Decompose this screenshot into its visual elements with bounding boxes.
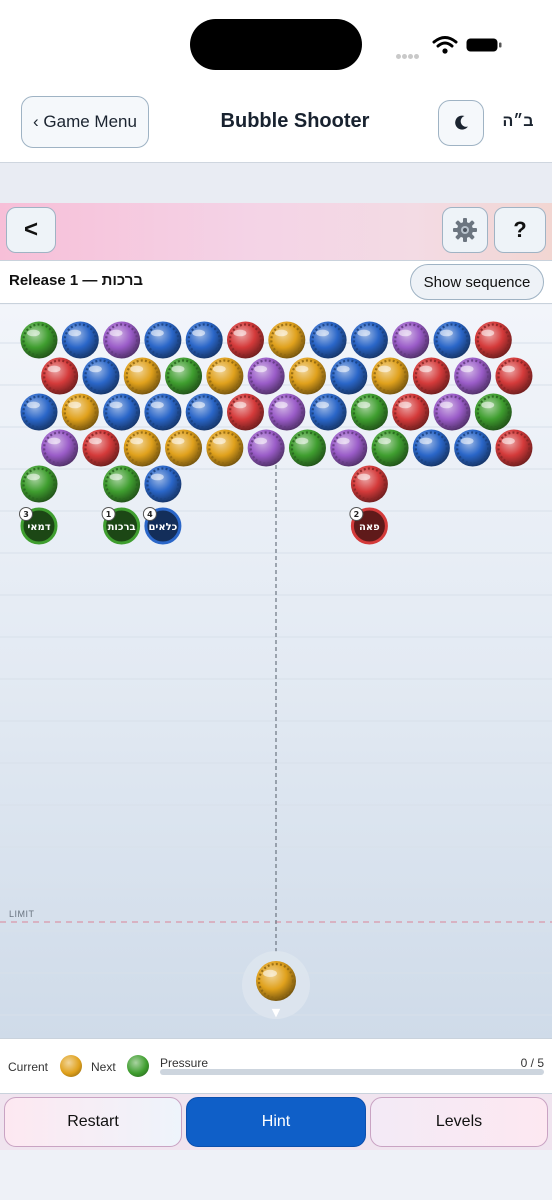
bubble-yellow [206, 357, 244, 395]
tag-count: 4 [147, 510, 153, 519]
bubble-green [474, 393, 512, 431]
bubble-yellow [123, 429, 161, 467]
bubble-green [288, 429, 326, 467]
bubble-purple [103, 321, 141, 359]
limit-label: LIMIT [9, 909, 35, 919]
current-label: Current [8, 1060, 49, 1074]
bubble-blue [103, 393, 141, 431]
settings-button[interactable] [442, 207, 488, 253]
game-board[interactable]: דמאי 3 ברכות 1 כלאים 4 פאה 2 ▼ [0, 305, 552, 1038]
bubble-blue [144, 465, 182, 503]
bubble-purple [247, 357, 285, 395]
bubble-blue [144, 321, 182, 359]
bubble-yellow [165, 429, 203, 467]
bubble-yellow [206, 429, 244, 467]
header-corner-text: ב״ה [502, 113, 534, 130]
back-button[interactable]: < [6, 207, 56, 253]
show-sequence-button[interactable]: Show sequence [410, 264, 544, 300]
header-spacer [0, 163, 552, 203]
bubble-purple [454, 357, 492, 395]
bubble-red [350, 465, 388, 503]
gear-icon [453, 218, 477, 242]
level-label: Release ברכות — 1 [9, 272, 143, 289]
battery-icon [466, 38, 502, 52]
bubble-red [41, 357, 79, 395]
bubble-blue [144, 393, 182, 431]
bubble-purple [247, 429, 285, 467]
bubble-green [103, 465, 141, 503]
dark-mode-toggle[interactable] [438, 100, 484, 146]
tag-count: 3 [23, 510, 29, 519]
bubble-blue [350, 321, 388, 359]
tag-label: דמאי [27, 522, 50, 533]
bubble-purple [392, 321, 430, 359]
tag-count: 2 [354, 510, 360, 519]
help-button[interactable]: ? [494, 207, 546, 253]
tag-label: ברכות [108, 522, 136, 533]
tag-count: 1 [106, 510, 112, 519]
bubble-red [495, 429, 533, 467]
bubble-yellow [123, 357, 161, 395]
sugya-tag[interactable]: פאה 2 [349, 507, 388, 545]
bubble-blue [185, 321, 223, 359]
wifi-icon [432, 35, 458, 55]
bubble-purple [268, 393, 306, 431]
bubble-blue [61, 321, 99, 359]
bubble-blue [309, 393, 347, 431]
bubble-green [165, 357, 203, 395]
levels-button[interactable]: Levels [370, 1097, 548, 1147]
shooter-bubble [256, 961, 296, 1001]
bubble-red [227, 321, 264, 359]
bubble-purple [41, 429, 79, 467]
bubble-yellow [61, 393, 99, 431]
restart-button[interactable]: Restart [4, 1097, 182, 1147]
bubble-blue [20, 393, 58, 431]
bubble-blue [330, 357, 368, 395]
current-bubble-preview [60, 1055, 82, 1077]
status-panel [0, 1038, 552, 1094]
bubble-blue [433, 321, 471, 359]
tag-label: פאה [359, 522, 380, 533]
bubble-red [227, 393, 264, 431]
board-canvas[interactable]: דמאי 3 ברכות 1 כלאים 4 פאה 2 ▼ [0, 305, 552, 1038]
bubble-green [350, 393, 388, 431]
bubble-blue [454, 429, 492, 467]
pressure-label: Pressure [160, 1056, 209, 1070]
bubble-purple [433, 393, 471, 431]
bubble-blue [82, 357, 120, 395]
next-bubble-preview [127, 1055, 149, 1077]
bubble-red [474, 321, 512, 359]
pressure-bar [160, 1069, 544, 1075]
bubble-blue [185, 393, 223, 431]
bubble-blue [309, 321, 347, 359]
next-label: Next [91, 1060, 116, 1074]
hint-button[interactable]: Hint [186, 1097, 366, 1147]
bubble-yellow [371, 357, 409, 395]
bubble-red [392, 393, 430, 431]
bubble-green [371, 429, 409, 467]
bubble-red [82, 429, 120, 467]
bubble-red [495, 357, 533, 395]
bubble-green [20, 465, 58, 503]
sugya-tag[interactable]: ברכות 1 [101, 507, 141, 545]
game-menu-button[interactable]: ‹ Game Menu [21, 96, 149, 148]
tag-label: כלאים [148, 522, 177, 533]
dynamic-island [190, 19, 362, 70]
sugya-tag[interactable]: דמאי 3 [19, 507, 58, 545]
bubble-blue [412, 429, 450, 467]
sugya-tag[interactable]: כלאים 4 [142, 507, 182, 545]
aim-indicator-icon: ▼ [272, 1006, 281, 1019]
safe-area-bottom [0, 1150, 552, 1200]
bubble-yellow [268, 321, 306, 359]
bubble-yellow [288, 357, 326, 395]
moon-icon [455, 115, 468, 130]
bubble-green [20, 321, 58, 359]
bubble-red [412, 357, 450, 395]
page-title: Bubble Shooter [220, 110, 370, 132]
bubble-purple [330, 429, 368, 467]
cellular-signal-icon [396, 46, 424, 59]
pressure-value: 0 / 5 [520, 1056, 544, 1070]
